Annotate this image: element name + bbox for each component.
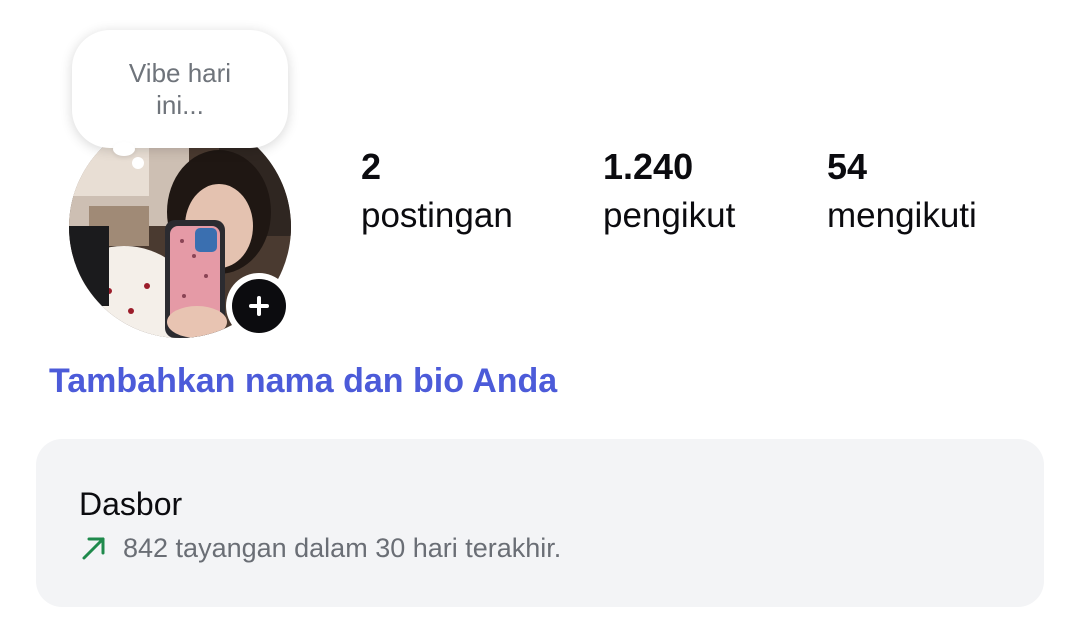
following-count: 54 [827,146,868,187]
plus-icon [232,279,286,333]
note-bubble-tail [113,142,135,156]
followers-label: pengikut [603,196,736,235]
followers-count: 1.240 [603,146,694,187]
add-story-button[interactable] [226,273,292,339]
stat-following[interactable]: 54 mengikuti [827,146,977,236]
posts-count: 2 [361,146,382,187]
posts-label: postingan [361,196,513,235]
views-count-text: 842 tayangan dalam 30 hari terakhir. [123,533,562,563]
add-name-bio-link[interactable]: Tambahkan nama dan bio Anda [49,360,557,402]
dashboard-title: Dasbor [79,486,183,522]
note-bubble[interactable]: Vibe hari ini... [72,30,288,148]
stat-posts[interactable]: 2 postingan [361,146,513,236]
note-bubble-tail-small [132,157,144,169]
note-text: Vibe hari ini... [128,58,232,120]
dashboard-card[interactable]: Dasbor 842 tayangan dalam 30 hari terakh… [36,439,1044,607]
stat-followers[interactable]: 1.240 pengikut [603,146,735,236]
dashboard-views-summary: 842 tayangan dalam 30 hari terakhir. [79,531,561,565]
following-label: mengikuti [827,196,977,235]
arrow-up-right-icon [82,537,105,560]
